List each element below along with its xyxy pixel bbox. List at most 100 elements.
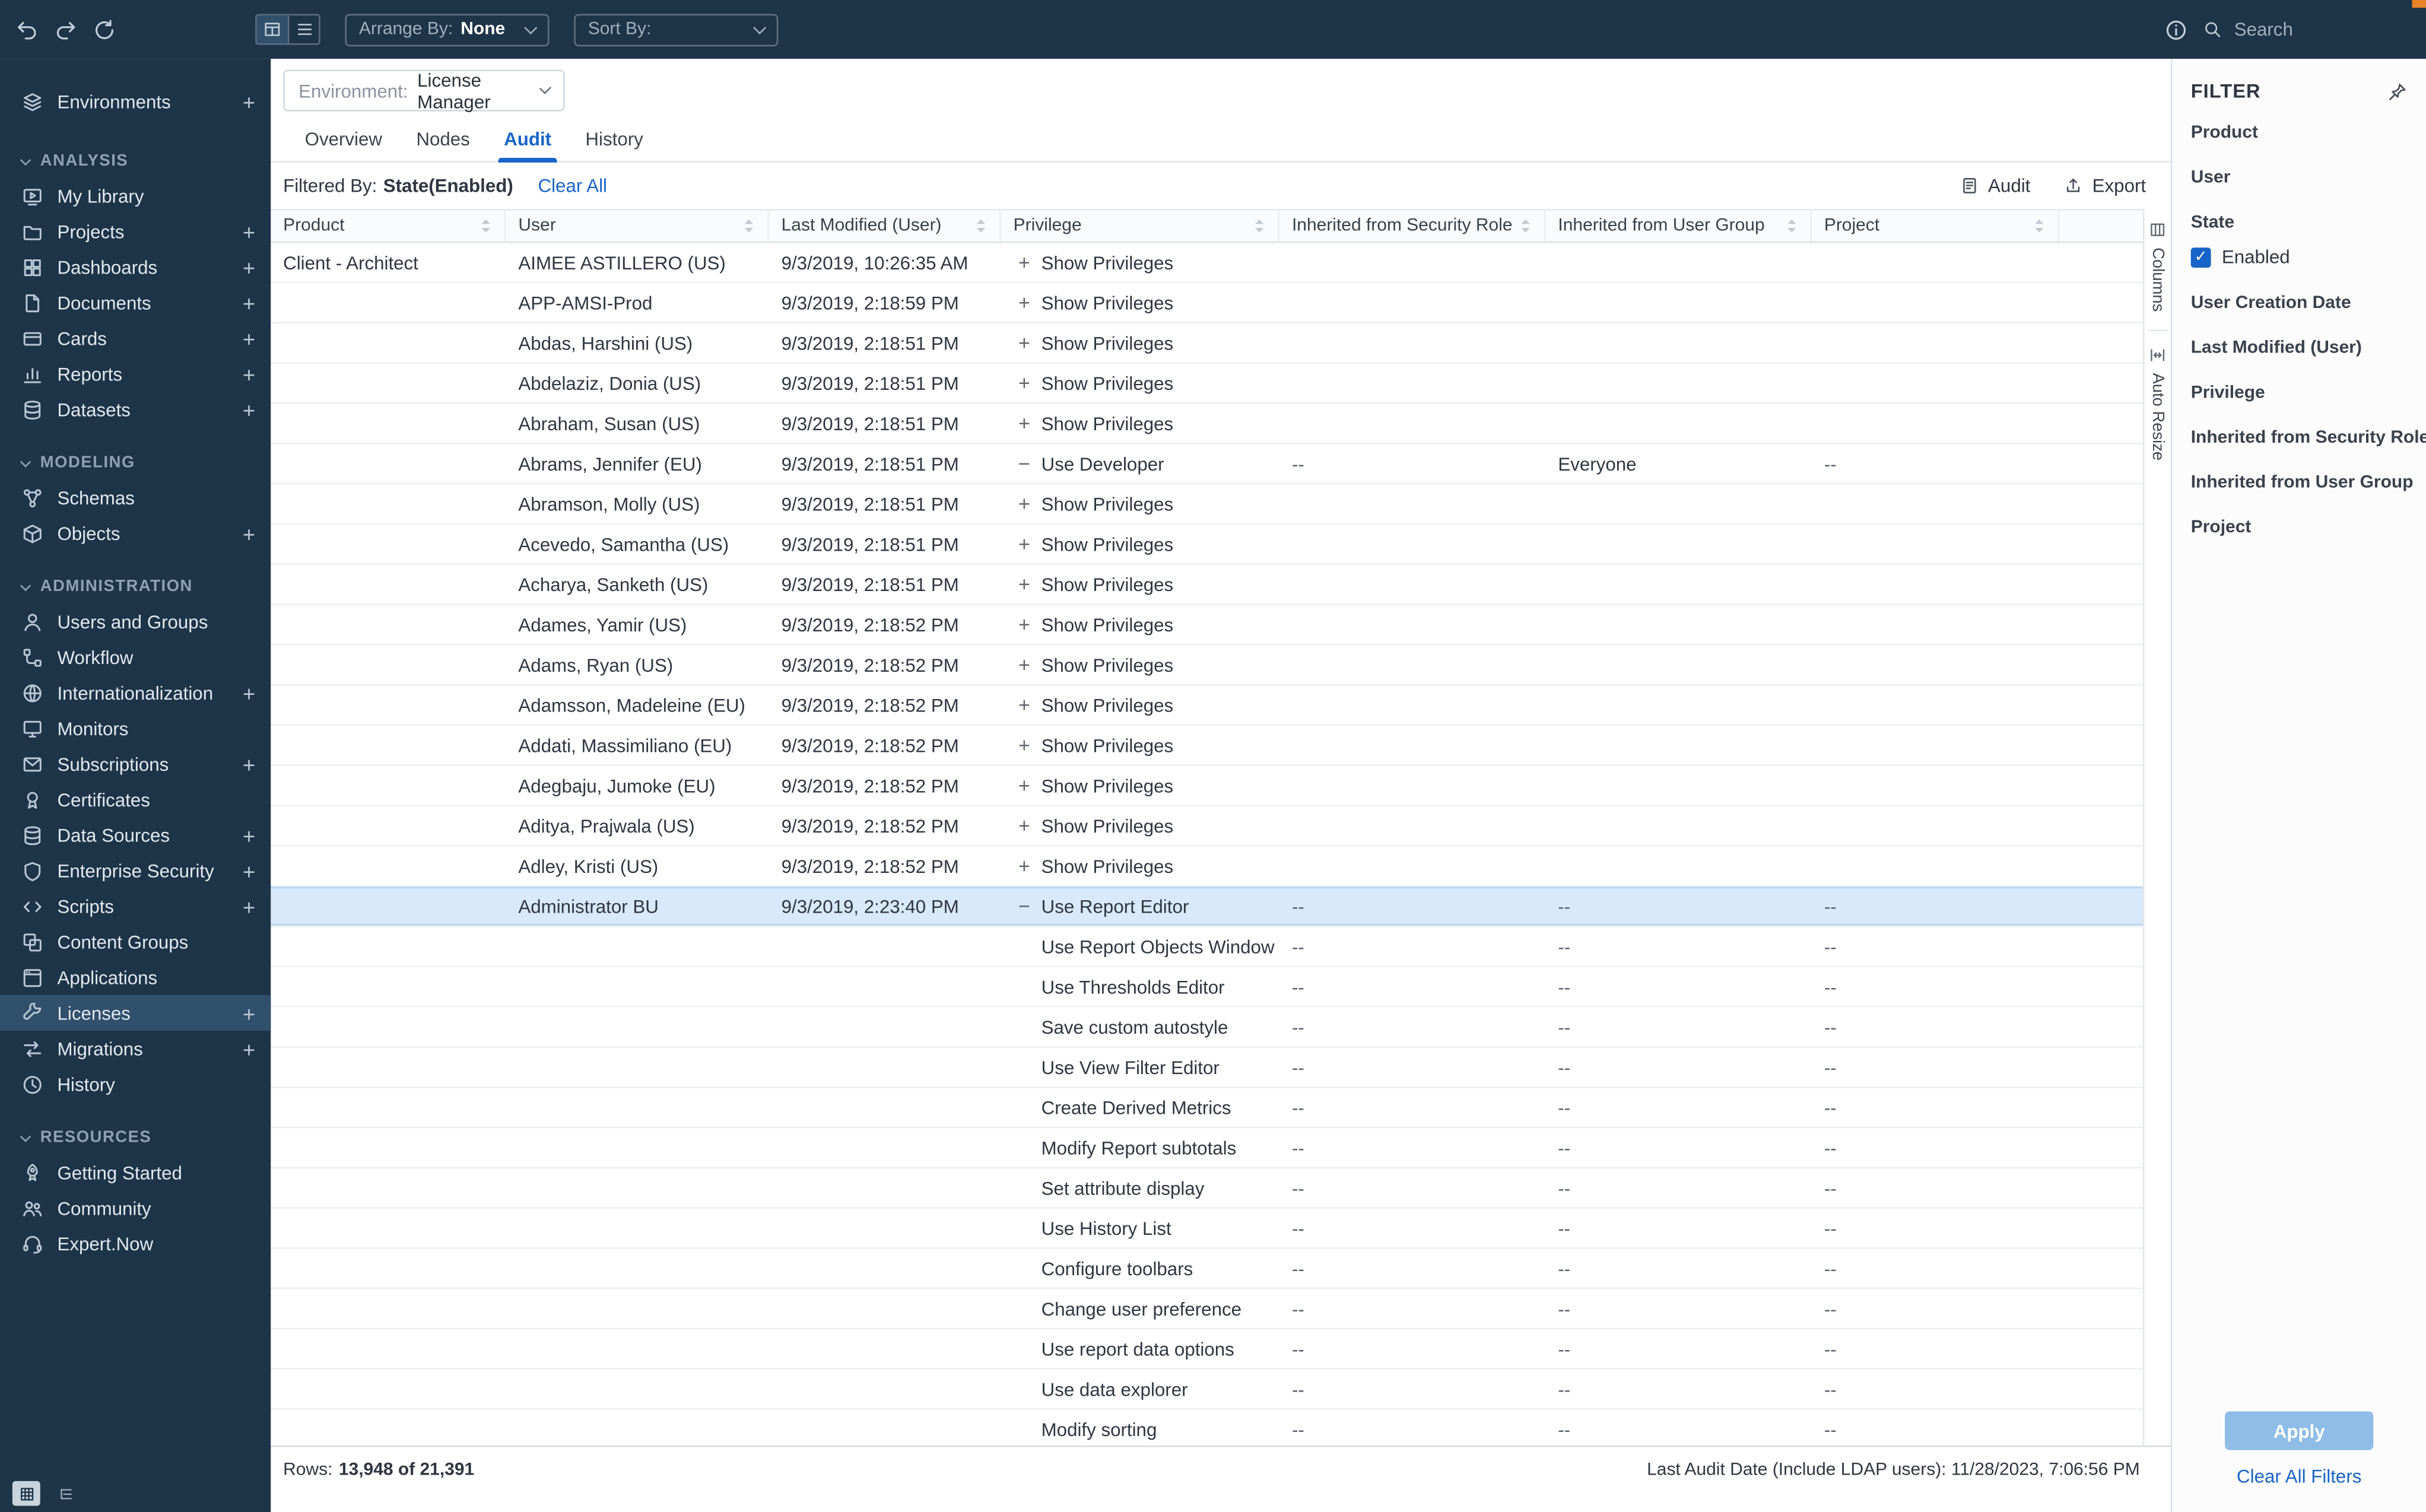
filter-field-state[interactable]: State✓Enabled	[2191, 214, 2408, 268]
expand-row-icon[interactable]: +	[1014, 614, 1036, 634]
sidebar-item-cards[interactable]: Cards+	[0, 320, 271, 356]
add-internationalization-button[interactable]: +	[243, 682, 255, 704]
filter-field-inherited-from-user-group[interactable]: Inherited from User Group	[2191, 474, 2408, 492]
column-header-product[interactable]: Product	[271, 211, 506, 242]
privilege-text[interactable]: Show Privileges	[1041, 412, 1174, 434]
search-input[interactable]	[2231, 17, 2389, 42]
export-button[interactable]: Export	[2065, 175, 2146, 197]
sidebar-section-resources[interactable]: RESOURCES	[0, 1120, 271, 1154]
info-icon[interactable]	[2164, 18, 2187, 41]
filter-option-enabled[interactable]: ✓Enabled	[2191, 246, 2408, 268]
table-row[interactable]: Aditya, Prajwala (US)9/3/2019, 2:18:52 P…	[271, 806, 2143, 847]
filter-field-last-modified-user[interactable]: Last Modified (User)	[2191, 339, 2408, 357]
privilege-text[interactable]: Show Privileges	[1041, 734, 1174, 756]
sidebar-item-monitors[interactable]: Monitors	[0, 710, 271, 746]
sidebar-item-users-and-groups[interactable]: Users and Groups	[0, 603, 271, 639]
audit-button[interactable]: Audit	[1960, 175, 2030, 197]
add-licenses-button[interactable]: +	[243, 1002, 255, 1024]
sidebar-item-reports[interactable]: Reports+	[0, 356, 271, 392]
table-row[interactable]: +Use Thresholds Editor------	[271, 967, 2143, 1008]
table-row[interactable]: +Use report data options------	[271, 1329, 2143, 1370]
table-row[interactable]: +Save custom autostyle------	[271, 1008, 2143, 1048]
sidebar-item-community[interactable]: Community	[0, 1190, 271, 1226]
expand-row-icon[interactable]: +	[1014, 856, 1036, 876]
pin-icon[interactable]	[2387, 81, 2408, 101]
clear-all-filters-link[interactable]: Clear All Filters	[2172, 1466, 2426, 1488]
table-row[interactable]: +Set attribute display------	[271, 1168, 2143, 1209]
table-row[interactable]: Abdelaziz, Donia (US)9/3/2019, 2:18:51 P…	[271, 364, 2143, 404]
collapse-row-icon[interactable]: −	[1014, 896, 1036, 916]
add-reports-button[interactable]: +	[243, 363, 255, 385]
add-enterprise-security-button[interactable]: +	[243, 860, 255, 882]
add-cards-button[interactable]: +	[243, 328, 255, 350]
arrange-by-dropdown[interactable]: Arrange By: None	[345, 13, 549, 46]
table-row[interactable]: Addati, Massimiliano (EU)9/3/2019, 2:18:…	[271, 726, 2143, 766]
sidebar-item-scripts[interactable]: Scripts+	[0, 888, 271, 924]
sidebar-item-getting-started[interactable]: Getting Started	[0, 1155, 271, 1190]
table-row[interactable]: Abraham, Susan (US)9/3/2019, 2:18:51 PM+…	[271, 404, 2143, 444]
privilege-text[interactable]: Show Privileges	[1041, 332, 1174, 354]
sidebar-item-migrations[interactable]: Migrations+	[0, 1031, 271, 1066]
expand-row-icon[interactable]: +	[1014, 695, 1036, 715]
table-row[interactable]: +Modify sorting------	[271, 1410, 2143, 1446]
sidebar-item-applications[interactable]: Applications	[0, 960, 271, 995]
privilege-text[interactable]: Show Privileges	[1041, 573, 1174, 595]
tab-auto-resize[interactable]: Auto Resize	[2148, 347, 2167, 479]
table-row[interactable]: Administrator BU9/3/2019, 2:23:40 PM−Use…	[271, 887, 2143, 927]
sidebar-section-administration[interactable]: ADMINISTRATION	[0, 570, 271, 603]
sidebar-item-dashboards[interactable]: Dashboards+	[0, 249, 271, 285]
table-row[interactable]: +Use View Filter Editor------	[271, 1048, 2143, 1088]
sidebar-item-workflow[interactable]: Workflow	[0, 639, 271, 675]
sidebar-item-history[interactable]: History	[0, 1066, 271, 1102]
privilege-text[interactable]: Show Privileges	[1041, 694, 1174, 716]
privilege-text[interactable]: Show Privileges	[1041, 533, 1174, 555]
add-environment-button[interactable]: +	[243, 91, 255, 113]
sidebar-item-datasets[interactable]: Datasets+	[0, 392, 271, 427]
sidebar-item-projects[interactable]: Projects+	[0, 214, 271, 249]
tab-history[interactable]: History	[570, 119, 659, 161]
table-row[interactable]: Acharya, Sanketh (US)9/3/2019, 2:18:51 P…	[271, 565, 2143, 605]
table-row[interactable]: +Use Report Objects Window------	[271, 927, 2143, 967]
clear-all-link[interactable]: Clear All	[538, 175, 608, 197]
sort-icon[interactable]	[1786, 217, 1798, 235]
table-row[interactable]: Client - ArchitectAIMEE ASTILLERO (US)9/…	[271, 243, 2143, 283]
table-row[interactable]: Adamsson, Madeleine (EU)9/3/2019, 2:18:5…	[271, 685, 2143, 726]
column-header-user[interactable]: User	[506, 211, 769, 242]
privilege-text[interactable]: Show Privileges	[1041, 493, 1174, 515]
refresh-icon[interactable]	[93, 18, 116, 41]
expand-row-icon[interactable]: +	[1014, 293, 1036, 313]
environment-dropdown[interactable]: Environment: License Manager	[283, 69, 564, 111]
sidebar-item-objects[interactable]: Objects+	[0, 515, 271, 551]
filter-field-inherited-from-security-role[interactable]: Inherited from Security Role	[2191, 428, 2408, 447]
sidebar-item-certificates[interactable]: Certificates	[0, 782, 271, 817]
column-header-project[interactable]: Project	[1812, 211, 2059, 242]
expand-row-icon[interactable]: +	[1014, 655, 1036, 675]
sidebar-item-schemas[interactable]: Schemas	[0, 479, 271, 515]
sidebar-item-my-library[interactable]: My Library	[0, 178, 271, 214]
column-header-inherited-from-security-role[interactable]: Inherited from Security Role	[1279, 211, 1545, 242]
expand-row-icon[interactable]: +	[1014, 776, 1036, 796]
add-subscriptions-button[interactable]: +	[243, 753, 255, 775]
privilege-text[interactable]: Use Report Editor	[1041, 895, 1189, 917]
sort-icon[interactable]	[974, 217, 987, 235]
column-header-last-modified-user[interactable]: Last Modified (User)	[769, 211, 1001, 242]
expand-row-icon[interactable]: +	[1014, 815, 1036, 836]
add-scripts-button[interactable]: +	[243, 895, 255, 917]
sidebar-item-environments[interactable]: Environments +	[0, 84, 271, 119]
grid-density-icon[interactable]	[12, 1481, 40, 1506]
sidebar-item-licenses[interactable]: Licenses+	[0, 995, 271, 1031]
add-migrations-button[interactable]: +	[243, 1038, 255, 1060]
sidebar-item-documents[interactable]: Documents+	[0, 285, 271, 320]
list-view-button[interactable]	[288, 15, 319, 43]
expand-row-icon[interactable]: +	[1014, 735, 1036, 755]
privilege-text[interactable]: Show Privileges	[1041, 614, 1174, 636]
sort-icon[interactable]	[1253, 217, 1266, 235]
tree-view-icon[interactable]	[51, 1481, 79, 1506]
table-row[interactable]: Acevedo, Samantha (US)9/3/2019, 2:18:51 …	[271, 525, 2143, 565]
expand-row-icon[interactable]: +	[1014, 252, 1036, 272]
sidebar-section-modeling[interactable]: MODELING	[0, 446, 271, 479]
sidebar-item-enterprise-security[interactable]: Enterprise Security+	[0, 853, 271, 888]
expand-row-icon[interactable]: +	[1014, 494, 1036, 514]
grid-view-button[interactable]	[257, 15, 288, 43]
add-data-sources-button[interactable]: +	[243, 824, 255, 846]
